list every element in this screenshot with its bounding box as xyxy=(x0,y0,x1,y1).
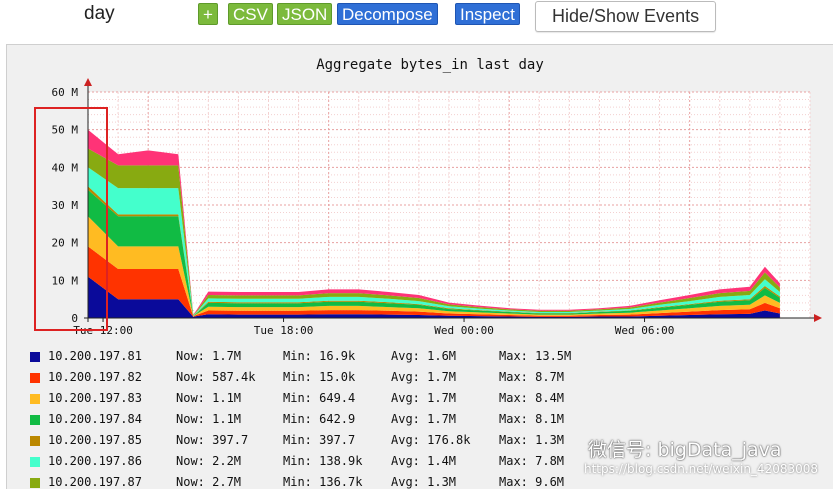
y-tick-label: 50 M xyxy=(52,124,79,137)
legend-max: Max: 7.8M xyxy=(499,454,565,468)
legend-avg: Avg: 1.4M xyxy=(391,454,457,468)
legend-avg: Avg: 1.7M xyxy=(391,391,457,405)
y-axis-arrow-icon xyxy=(84,78,92,86)
legend-swatch[interactable] xyxy=(30,478,40,488)
y-tick-label: 10 M xyxy=(52,274,79,287)
legend-max: Max: 9.6M xyxy=(499,475,565,489)
legend-max: Max: 8.4M xyxy=(499,391,565,405)
legend-swatch[interactable] xyxy=(30,352,40,362)
legend-series-name: 10.200.197.86 xyxy=(48,454,142,468)
legend-swatch[interactable] xyxy=(30,457,40,467)
legend-avg: Avg: 1.7M xyxy=(391,412,457,426)
legend-swatch[interactable] xyxy=(30,373,40,383)
legend-max: Max: 8.1M xyxy=(499,412,565,426)
legend-min: Min: 136.7k xyxy=(283,475,363,489)
legend-now: Now: 1.1M xyxy=(176,391,242,405)
legend-min: Min: 16.9k xyxy=(283,349,356,363)
legend-avg: Avg: 1.6M xyxy=(391,349,457,363)
legend-swatch[interactable] xyxy=(30,394,40,404)
legend-max: Max: 13.5M xyxy=(499,349,572,363)
x-tick-labels: Tue 12:00 Tue 18:00 Wed 00:00 Wed 06:00 xyxy=(73,318,674,337)
legend-series-name: 10.200.197.81 xyxy=(48,349,142,363)
y-tick-label: 60 M xyxy=(52,86,79,99)
legend-avg: Avg: 176.8k xyxy=(391,433,471,447)
legend-avg: Avg: 1.7M xyxy=(391,370,457,384)
legend-now: Now: 397.7 xyxy=(176,433,249,447)
legend-min: Min: 642.9 xyxy=(283,412,356,426)
legend-max: Max: 1.3M xyxy=(499,433,565,447)
watermark-url: https://blog.csdn.net/weixin_42083008 xyxy=(584,462,819,476)
chart-title: Aggregate bytes_in last day xyxy=(316,57,544,73)
legend-swatch[interactable] xyxy=(30,436,40,446)
legend-min: Min: 15.0k xyxy=(283,370,356,384)
legend-swatch[interactable] xyxy=(30,415,40,425)
x-axis-arrow-icon xyxy=(814,314,822,322)
x-tick-label: Wed 00:00 xyxy=(434,324,494,337)
x-tick-label: Wed 06:00 xyxy=(615,324,675,337)
legend-max: Max: 8.7M xyxy=(499,370,565,384)
legend-now: Now: 587.4k xyxy=(176,370,256,384)
legend-series-name: 10.200.197.84 xyxy=(48,412,142,426)
legend-now: Now: 2.7M xyxy=(176,475,242,489)
legend-series-name: 10.200.197.82 xyxy=(48,370,142,384)
y-tick-label: 30 M xyxy=(52,199,79,212)
legend-min: Min: 649.4 xyxy=(283,391,356,405)
legend-min: Min: 397.7 xyxy=(283,433,356,447)
legend-now: Now: 1.1M xyxy=(176,412,242,426)
y-tick-label: 20 M xyxy=(52,237,79,250)
legend-avg: Avg: 1.3M xyxy=(391,475,457,489)
y-tick-labels: 010 M20 M30 M40 M50 M60 M xyxy=(52,86,79,325)
legend-now: Now: 2.2M xyxy=(176,454,242,468)
legend-series-name: 10.200.197.87 xyxy=(48,475,142,489)
legend-now: Now: 1.7M xyxy=(176,349,242,363)
x-tick-label: Tue 18:00 xyxy=(254,324,314,337)
y-tick-label: 40 M xyxy=(52,161,79,174)
legend-min: Min: 138.9k xyxy=(283,454,363,468)
legend-series-name: 10.200.197.85 xyxy=(48,433,142,447)
watermark-text: 微信号: bigData_java xyxy=(588,439,782,461)
legend-series-name: 10.200.197.83 xyxy=(48,391,142,405)
